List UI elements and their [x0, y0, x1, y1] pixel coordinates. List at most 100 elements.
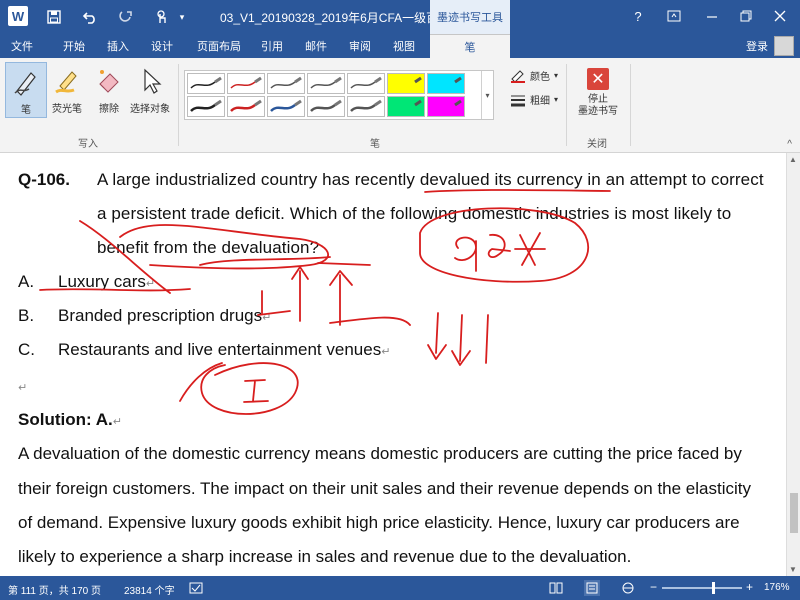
- help-button[interactable]: ?: [624, 4, 652, 28]
- eraser-tool-button[interactable]: 擦除: [88, 62, 130, 118]
- customize-toolbar-icon[interactable]: ▾: [172, 7, 192, 27]
- undo-icon[interactable]: [80, 7, 100, 27]
- highlighter-tool-button[interactable]: 荧光笔: [46, 62, 88, 118]
- question-line-3: benefit from the devaluation?: [97, 238, 320, 257]
- tab-view[interactable]: 视图: [384, 34, 424, 58]
- yellow-highlighter-swatch[interactable]: [387, 73, 425, 94]
- magenta-highlighter-swatch[interactable]: [427, 96, 465, 117]
- pen-swatch[interactable]: [267, 96, 305, 117]
- highlighter-icon: [50, 64, 84, 98]
- pen-swatch[interactable]: [307, 73, 345, 94]
- ink-arrow-down: [485, 314, 489, 364]
- zoom-slider[interactable]: [662, 587, 742, 589]
- ribbon-divider: [566, 64, 567, 146]
- vertical-scrollbar[interactable]: ▲ ▼: [786, 153, 800, 576]
- paragraph-mark: ↵: [381, 346, 391, 358]
- question-line-1: A large industrialized country has recen…: [97, 170, 764, 189]
- tab-mailings[interactable]: 邮件: [296, 34, 336, 58]
- tab-design[interactable]: 设计: [142, 34, 182, 58]
- solution-line-2: their foreign customers. The impact on t…: [18, 479, 751, 498]
- green-highlighter-swatch[interactable]: [387, 96, 425, 117]
- color-dropdown[interactable]: 颜色 ▾: [510, 68, 558, 83]
- page-count[interactable]: 第 111 页，共 170 页: [8, 582, 101, 597]
- tab-insert[interactable]: 插入: [98, 34, 138, 58]
- tab-review[interactable]: 审阅: [340, 34, 380, 58]
- eraser-tool-label: 擦除: [99, 104, 119, 115]
- zoom-level[interactable]: 176%: [764, 582, 790, 593]
- pen-icon: [9, 65, 43, 99]
- option-c-label: Restaurants and live entertainment venue…: [58, 340, 382, 359]
- save-icon[interactable]: [44, 7, 64, 27]
- pen-swatch[interactable]: [347, 73, 385, 94]
- read-mode-icon[interactable]: [548, 580, 564, 596]
- ink-underline: [199, 256, 331, 266]
- ink-arrow-down: [427, 312, 447, 360]
- pen-swatch[interactable]: [187, 96, 225, 117]
- ink-circle-i: [200, 362, 299, 415]
- web-layout-icon[interactable]: [620, 580, 636, 596]
- sign-in-link[interactable]: 登录: [746, 38, 768, 54]
- tab-pen[interactable]: 笔: [430, 34, 510, 58]
- zoom-in-button[interactable]: +: [746, 580, 753, 594]
- gallery-more-icon[interactable]: ▾: [481, 71, 493, 119]
- cyan-highlighter-swatch[interactable]: [427, 73, 465, 94]
- stop-inking-label-1: 停止: [588, 94, 608, 105]
- avatar[interactable]: [774, 36, 794, 56]
- paragraph-mark: ↵: [145, 278, 156, 290]
- stop-inking-button[interactable]: ✕ 停止 墨迹书写: [572, 64, 624, 134]
- title-bar: W ▾ 03_V1_20190328_2019年6月CFA一级百题预... 墨迹…: [0, 0, 800, 34]
- pen-swatch[interactable]: [347, 96, 385, 117]
- ribbon: 笔 荧光笔 擦除 选择对象 写入 ▾ 颜色 ▾ 粗细 ▾ 笔 ✕ 停止 墨迹书写…: [0, 58, 800, 153]
- touch-mode-icon[interactable]: [152, 7, 172, 27]
- close-icon[interactable]: [766, 4, 794, 28]
- option-b-letter: B.: [18, 306, 35, 325]
- minimize-icon[interactable]: [698, 4, 726, 28]
- tab-home[interactable]: 开始: [54, 34, 94, 58]
- ink-note-pd: [514, 232, 546, 266]
- solution-line-4: likely to experience a sharp increase in…: [18, 547, 632, 566]
- print-layout-icon[interactable]: [584, 580, 600, 596]
- document-page[interactable]: Q-106. A large industrialized country ha…: [0, 153, 786, 576]
- word-app-icon[interactable]: W: [8, 6, 28, 26]
- write-group-label: 写入: [78, 139, 98, 150]
- status-bar: 第 111 页，共 170 页 23814 个字 − + 176%: [0, 576, 800, 600]
- pen-swatch[interactable]: [227, 73, 265, 94]
- tab-page-layout[interactable]: 页面布局: [192, 34, 246, 58]
- eraser-icon: [92, 64, 126, 98]
- close-ink-icon: ✕: [587, 68, 609, 90]
- empty-paragraph-mark: ↵: [18, 382, 28, 394]
- scroll-up-icon[interactable]: ▲: [789, 155, 797, 164]
- stop-inking-label-2: 墨迹书写: [578, 106, 618, 117]
- word-count[interactable]: 23814 个字: [124, 582, 175, 597]
- pen-swatch[interactable]: [267, 73, 305, 94]
- pen-swatch[interactable]: [307, 96, 345, 117]
- zoom-out-button[interactable]: −: [650, 580, 657, 594]
- ink-tools-context-tab: 墨迹书写工具: [430, 0, 510, 34]
- option-b-text: Branded prescription drugs↵: [58, 306, 271, 326]
- solution-heading-text: Solution: A.: [18, 410, 113, 429]
- tab-references[interactable]: 引用: [252, 34, 292, 58]
- highlighter-tool-label: 荧光笔: [52, 104, 82, 115]
- paragraph-mark: ↵: [112, 416, 122, 428]
- select-objects-button[interactable]: 选择对象: [128, 62, 172, 118]
- pen-tool-label: 笔: [21, 105, 31, 116]
- pen-tool-button[interactable]: 笔: [5, 62, 47, 118]
- tab-file[interactable]: 文件: [0, 34, 44, 58]
- select-arrow-icon: [133, 64, 167, 98]
- proofing-icon[interactable]: [188, 580, 204, 596]
- pen-swatch[interactable]: [187, 73, 225, 94]
- collapse-ribbon-icon[interactable]: ^: [787, 139, 792, 150]
- weight-dropdown[interactable]: 粗细 ▾: [510, 92, 558, 107]
- ink-arrow-up: [291, 266, 309, 322]
- paragraph-mark: ↵: [262, 312, 272, 324]
- question-line-2: a persistent trade deficit. Which of the…: [97, 204, 732, 223]
- pen-swatch[interactable]: [227, 96, 265, 117]
- ink-arrow-up: [317, 262, 371, 326]
- scroll-thumb[interactable]: [790, 493, 798, 533]
- ribbon-display-options-icon[interactable]: [660, 4, 688, 28]
- restore-icon[interactable]: [732, 4, 760, 28]
- redo-icon[interactable]: [116, 7, 136, 27]
- ink-arrow-down: [451, 314, 471, 366]
- zoom-slider-thumb[interactable]: [711, 582, 715, 594]
- scroll-down-icon[interactable]: ▼: [789, 565, 797, 574]
